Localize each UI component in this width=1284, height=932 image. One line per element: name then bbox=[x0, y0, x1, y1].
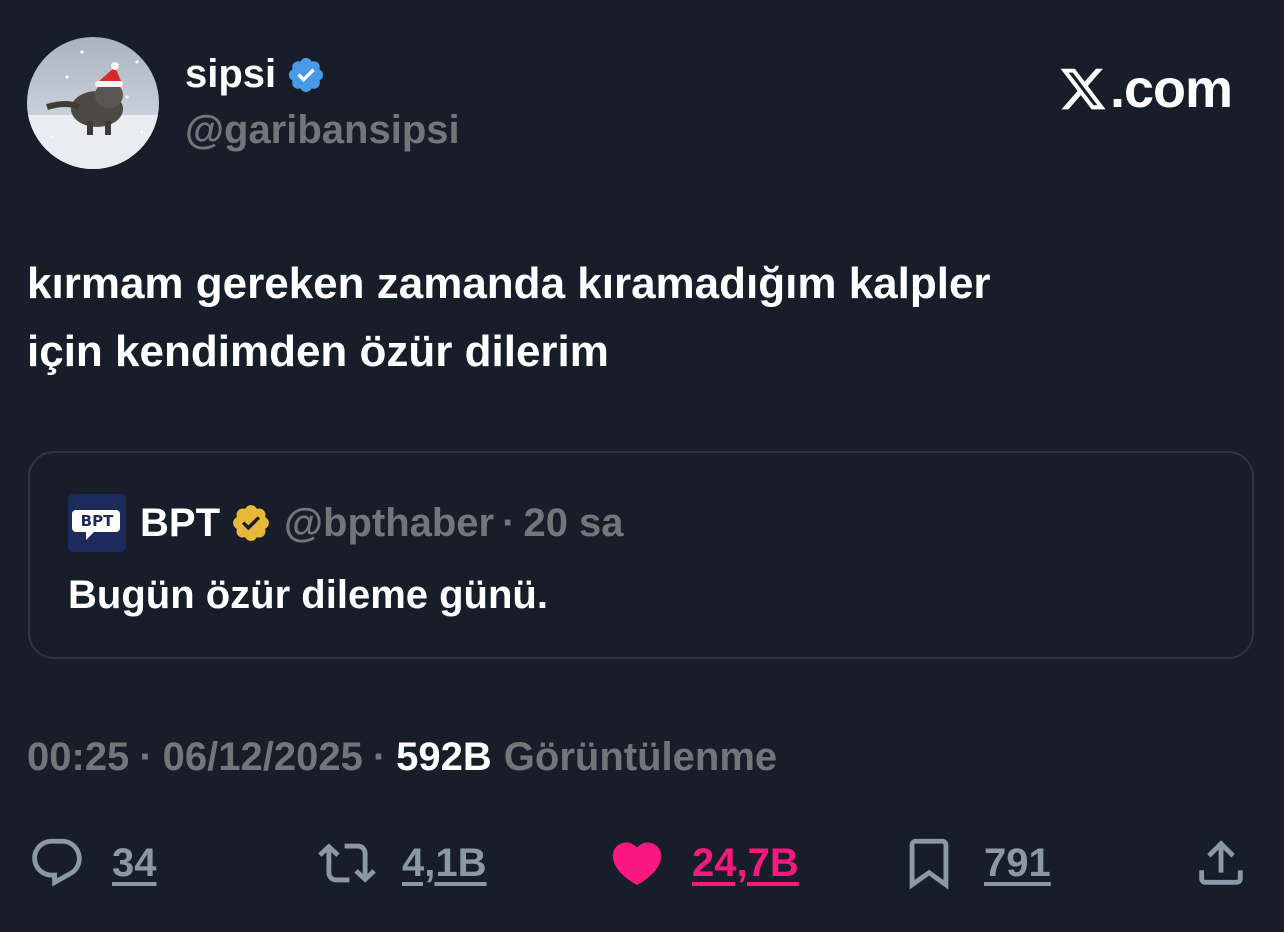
share-button[interactable] bbox=[1192, 828, 1250, 898]
quoted-timestamp[interactable]: 20 sa bbox=[523, 501, 623, 546]
quoted-tweet-card[interactable]: BPT BPT @bpthaber · 20 sa Bugün özür dil… bbox=[28, 451, 1254, 659]
gold-verified-badge-icon bbox=[230, 502, 272, 544]
quoted-separator-dot: · bbox=[502, 500, 516, 545]
bookmark-button[interactable]: 791 bbox=[900, 828, 1051, 898]
heart-filled-icon bbox=[612, 842, 662, 886]
x-com-brand: .com bbox=[1058, 58, 1233, 120]
tweet-date[interactable]: 06/12/2025 bbox=[163, 735, 363, 780]
tweet-text: kırmam gereken zamanda kıramadığım kalpl… bbox=[27, 250, 1227, 386]
like-button[interactable]: 24,7B bbox=[608, 828, 799, 898]
bookmark-count[interactable]: 791 bbox=[984, 841, 1051, 886]
reply-icon bbox=[32, 838, 82, 887]
action-bar: 34 4,1B 24,7B 791 bbox=[0, 828, 1284, 898]
verified-badge-icon bbox=[286, 55, 326, 95]
author-handle[interactable]: @garibansipsi bbox=[185, 108, 460, 153]
quoted-tweet-header: BPT BPT @bpthaber · 20 sa bbox=[68, 493, 624, 553]
share-icon bbox=[1199, 840, 1243, 885]
tweet-time[interactable]: 00:25 bbox=[27, 735, 129, 780]
like-count[interactable]: 24,7B bbox=[692, 841, 799, 886]
x-logo-icon bbox=[1060, 68, 1106, 110]
meta-separator-dot: · bbox=[139, 735, 153, 779]
quoted-author-name[interactable]: BPT bbox=[140, 501, 220, 546]
tweet-text-line-1: kırmam gereken zamanda kıramadığım kalpl… bbox=[27, 259, 991, 308]
avatar[interactable] bbox=[27, 37, 159, 169]
tweet-meta: 00:25 · 06/12/2025 · 592B Görüntülenme bbox=[27, 735, 777, 780]
retweet-icon bbox=[318, 843, 376, 883]
tweet-text-line-2: için kendimden özür dilerim bbox=[27, 327, 609, 376]
meta-separator-dot: · bbox=[372, 735, 387, 779]
brand-label: .com bbox=[1109, 59, 1233, 119]
author-name[interactable]: sipsi bbox=[185, 52, 276, 97]
reply-count[interactable]: 34 bbox=[112, 841, 157, 886]
bookmark-icon bbox=[909, 838, 949, 890]
retweet-button[interactable]: 4,1B bbox=[318, 828, 487, 898]
views-label: Görüntülenme bbox=[503, 735, 778, 779]
quoted-tweet-text: Bugün özür dileme günü. bbox=[68, 573, 548, 617]
bpt-logo-icon: BPT bbox=[68, 494, 126, 552]
views-count: 592B bbox=[396, 735, 492, 779]
quoted-author-handle[interactable]: @bpthaber bbox=[284, 501, 494, 546]
retweet-count[interactable]: 4,1B bbox=[402, 841, 487, 886]
bpt-logo-text: BPT bbox=[81, 512, 114, 530]
reply-button[interactable]: 34 bbox=[28, 828, 157, 898]
author-name-row[interactable]: sipsi bbox=[185, 52, 326, 97]
avatar-cat-image bbox=[27, 37, 159, 169]
